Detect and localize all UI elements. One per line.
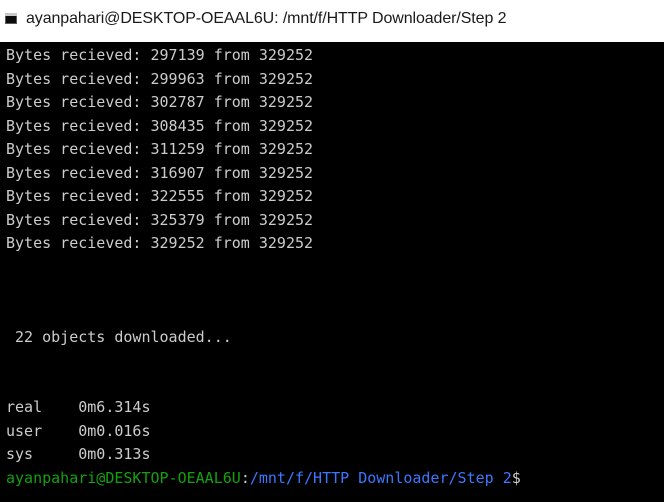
output-line: Bytes recieved: 316907 from 329252 [6, 163, 314, 182]
terminal-icon [5, 13, 17, 24]
prompt-user-host: ayanpahari@DESKTOP-OEAAL6U [6, 468, 241, 487]
output-line: Bytes recieved: 297139 from 329252 [6, 46, 314, 64]
output-line: Bytes recieved: 311259 from 329252 [6, 140, 314, 158]
title-bar[interactable]: ayanpahari@DESKTOP-OEAAL6U: /mnt/f/HTTP … [0, 0, 664, 42]
output-line: Bytes recieved: 329252 from 329252 [6, 234, 314, 252]
prompt-separator: : [240, 468, 250, 487]
shell-prompt[interactable]: ayanpahari@DESKTOP-OEAAL6U:/mnt/f/HTTP D… [6, 467, 521, 491]
terminal-window: ayanpahari@DESKTOP-OEAAL6U: /mnt/f/HTTP … [0, 0, 664, 502]
timing-sys: sys 0m0.313s [6, 445, 151, 463]
output-line: Bytes recieved: 325379 from 329252 [6, 210, 314, 229]
window-title: ayanpahari@DESKTOP-OEAAL6U: /mnt/f/HTTP … [26, 10, 507, 27]
timing-real: real 0m6.314s [6, 398, 151, 416]
output-line: Bytes recieved: 308435 from 329252 [6, 116, 314, 135]
terminal-output[interactable]: Bytes recieved: 297139 from 329252 Bytes… [0, 42, 664, 502]
prompt-symbol: $ [511, 468, 521, 487]
output-line: Bytes recieved: 299963 from 329252 [6, 69, 314, 88]
prompt-path: /mnt/f/HTTP Downloader/Step 2 [249, 468, 512, 487]
output-line: Bytes recieved: 322555 from 329252 [6, 187, 314, 205]
summary-line: 22 objects downloaded... [6, 328, 232, 346]
timing-user: user 0m0.016s [6, 421, 151, 440]
output-line: Bytes recieved: 302787 from 329252 [6, 93, 314, 111]
